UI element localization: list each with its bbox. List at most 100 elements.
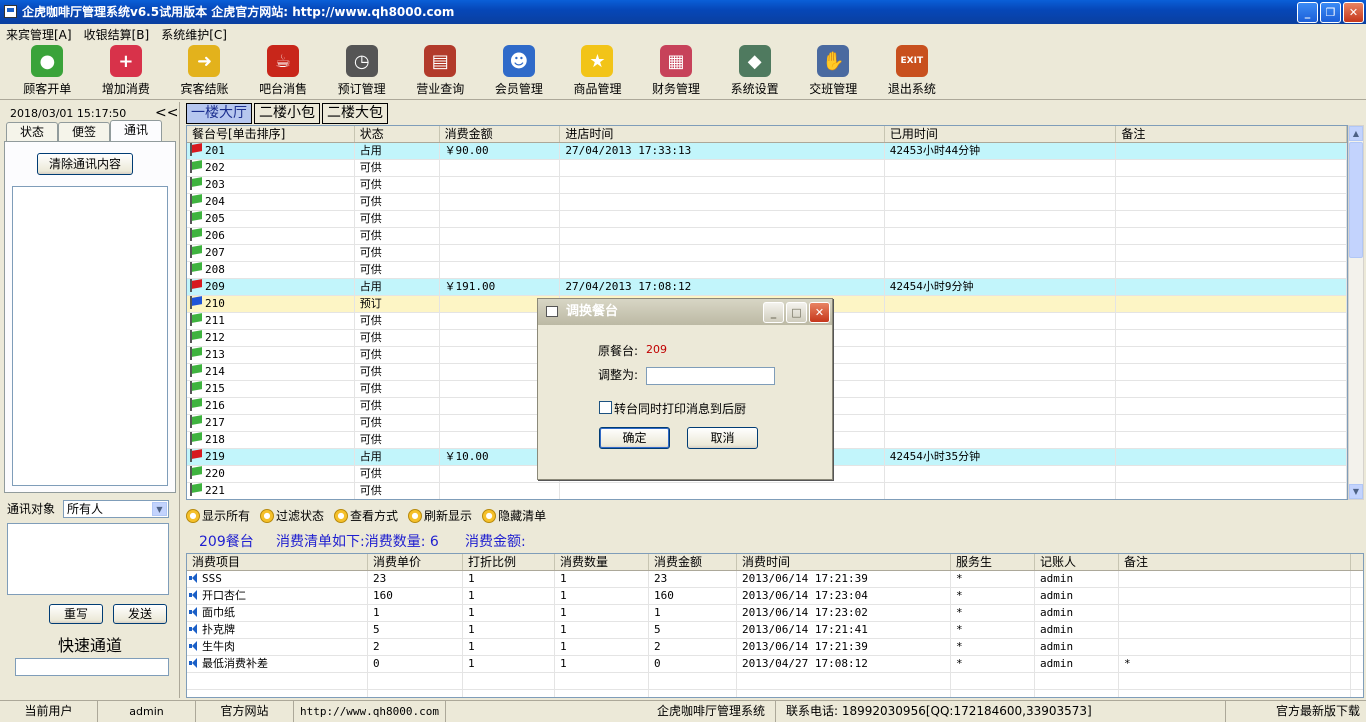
column-header[interactable]: 备注	[1116, 126, 1347, 142]
dialog-close-button[interactable]: ✕	[809, 302, 830, 323]
link-1[interactable]: ● 过滤状态	[260, 507, 324, 524]
cell-used: 42454小时9分钟	[885, 279, 1117, 295]
dialog-minimize-button[interactable]: _	[763, 302, 784, 323]
column-header[interactable]: 消费数量	[555, 554, 649, 570]
table-row[interactable]: 209 占用 ￥191.00 27/04/2013 17:08:12 42454小时9分…	[187, 279, 1347, 296]
consumption-cell: *	[951, 588, 1035, 604]
toolbar-button-10[interactable]: ✋ 交班管理	[794, 44, 873, 100]
rewrite-button[interactable]: 重写	[49, 604, 103, 624]
column-header[interactable]: 进店时间	[560, 126, 885, 142]
toolbar-button-7[interactable]: ★ 商品管理	[558, 44, 637, 100]
cell-note	[1116, 483, 1347, 499]
scroll-down-icon[interactable]: ▼	[1349, 484, 1363, 499]
cell-no: 203	[187, 177, 355, 193]
target-select[interactable]: 所有人 ▼	[63, 500, 169, 518]
consumption-row[interactable]: 最低消费补差 0 1 1 0 2013/04/27 17:08:12 * admin *	[187, 656, 1363, 673]
link-0[interactable]: ● 显示所有	[186, 507, 250, 524]
table-row[interactable]: 207 可供	[187, 245, 1347, 262]
chevron-down-icon[interactable]: ▼	[152, 502, 167, 516]
print-kitchen-checkbox[interactable]	[599, 401, 612, 414]
adjust-input[interactable]	[646, 367, 775, 385]
consumption-row[interactable]: SSS 23 1 1 23 2013/06/14 17:21:39 * admin	[187, 571, 1363, 588]
column-header[interactable]: 消费时间	[737, 554, 951, 570]
empty-cell	[368, 690, 463, 697]
status-site[interactable]: http://www.qh8000.com	[294, 701, 446, 722]
minimize-button[interactable]: _	[1297, 2, 1318, 23]
toolbar-button-3[interactable]: ☕ 吧台消售	[244, 44, 323, 100]
restore-button[interactable]: ❐	[1320, 2, 1341, 23]
tab-messages[interactable]: 通讯	[110, 120, 162, 141]
table-number: 211	[205, 314, 225, 327]
toolbar-label: 会员管理	[494, 82, 543, 96]
orig-table-label: 原餐台:	[598, 344, 639, 358]
message-input[interactable]	[7, 523, 169, 595]
print-kitchen-label[interactable]: 转台同时打印消息到后厨	[614, 400, 746, 417]
scroll-thumb[interactable]	[1349, 142, 1363, 258]
column-header[interactable]: 备注	[1119, 554, 1351, 570]
column-header[interactable]: 记账人	[1035, 554, 1119, 570]
quick-channel-input[interactable]	[15, 658, 169, 676]
menu-system[interactable]: 系统维护[C]	[161, 26, 227, 43]
scroll-up-icon[interactable]: ▲	[1349, 126, 1363, 141]
consumption-row[interactable]: 扑克牌 5 1 1 5 2013/06/14 17:21:41 * admin	[187, 622, 1363, 639]
column-header[interactable]: 打折比例	[463, 554, 555, 570]
tab-notes[interactable]: 便签	[58, 122, 110, 141]
link-4[interactable]: ● 隐藏清单	[482, 507, 546, 524]
cell-no: 212	[187, 330, 355, 346]
toolbar-button-9[interactable]: ◆ 系统设置	[715, 44, 794, 100]
toolbar-button-8[interactable]: ▦ 财务管理	[637, 44, 716, 100]
table-row[interactable]: 204 可供	[187, 194, 1347, 211]
cell-used	[885, 364, 1117, 380]
ok-button[interactable]: 确定	[599, 427, 670, 449]
consumption-cell: 1	[463, 622, 555, 638]
column-header[interactable]: 消费项目	[187, 554, 368, 570]
close-button[interactable]: ✕	[1343, 2, 1364, 23]
cancel-button[interactable]: 取消	[687, 427, 758, 449]
tab-second-floor-small[interactable]: 二楼小包	[254, 103, 320, 124]
messages-area[interactable]	[12, 186, 168, 486]
column-header[interactable]: 状态	[355, 126, 440, 142]
tab-second-floor-large[interactable]: 二楼大包	[322, 103, 388, 124]
table-row[interactable]: 201 占用 ￥90.00 27/04/2013 17:33:13 42453小时44分…	[187, 143, 1347, 160]
toolbar-button-6[interactable]: ☻ 会员管理	[480, 44, 559, 100]
cell-amount	[440, 177, 561, 193]
column-header[interactable]: 已用时间	[885, 126, 1117, 142]
cell-no: 220	[187, 466, 355, 482]
table-row[interactable]: 203 可供	[187, 177, 1347, 194]
consumption-row[interactable]: 开口杏仁 160 1 1 160 2013/06/14 17:23:04 * admin	[187, 588, 1363, 605]
toolbar-button-11[interactable]: EXIT 退出系统	[873, 44, 952, 100]
empty-cell	[1119, 690, 1351, 697]
menu-cashier[interactable]: 收银结算[B]	[84, 26, 150, 43]
table-row[interactable]: 205 可供	[187, 211, 1347, 228]
consumption-row[interactable]: 生牛肉 2 1 1 2 2013/06/14 17:21:39 * admin	[187, 639, 1363, 656]
tab-status[interactable]: 状态	[6, 122, 58, 141]
table-row[interactable]: 221 可供	[187, 483, 1347, 499]
tab-first-floor-hall[interactable]: 一楼大厅	[186, 103, 252, 124]
link-3[interactable]: ● 刷新显示	[408, 507, 472, 524]
column-header[interactable]: 消费单价	[368, 554, 463, 570]
clear-messages-button[interactable]: 清除通讯内容	[37, 153, 133, 175]
status-download[interactable]: 官方最新版下载	[1226, 701, 1366, 722]
cell-status: 可供	[355, 381, 440, 397]
collapse-button[interactable]: <<	[155, 105, 178, 121]
toolbar-button-4[interactable]: ◷ 预订管理	[322, 44, 401, 100]
dialog-maximize-button[interactable]: □	[786, 302, 807, 323]
table-row[interactable]: 208 可供	[187, 262, 1347, 279]
table-row[interactable]: 202 可供	[187, 160, 1347, 177]
menu-guest[interactable]: 来宾管理[A]	[6, 26, 72, 43]
consumption-row[interactable]: 面巾纸 1 1 1 1 2013/06/14 17:23:02 * admin	[187, 605, 1363, 622]
toolbar-button-1[interactable]: + 增加消费	[87, 44, 166, 100]
link-2[interactable]: ● 查看方式	[334, 507, 398, 524]
toolbar-button-5[interactable]: ▤ 营业查询	[401, 44, 480, 100]
toolbar-button-2[interactable]: ➜ 宾客结账	[165, 44, 244, 100]
table-row[interactable]: 206 可供	[187, 228, 1347, 245]
column-header[interactable]: 餐台号[单击排序]	[187, 126, 355, 142]
flag-icon	[189, 194, 202, 207]
column-header[interactable]: 消费金额	[440, 126, 561, 142]
column-header[interactable]: 消费金额	[649, 554, 737, 570]
tables-scrollbar[interactable]: ▲ ▼	[1348, 125, 1364, 500]
send-button[interactable]: 发送	[113, 604, 167, 624]
toolbar-button-0[interactable]: ● 顾客开单	[8, 44, 87, 100]
table-number: 212	[205, 331, 225, 344]
column-header[interactable]: 服务生	[951, 554, 1035, 570]
